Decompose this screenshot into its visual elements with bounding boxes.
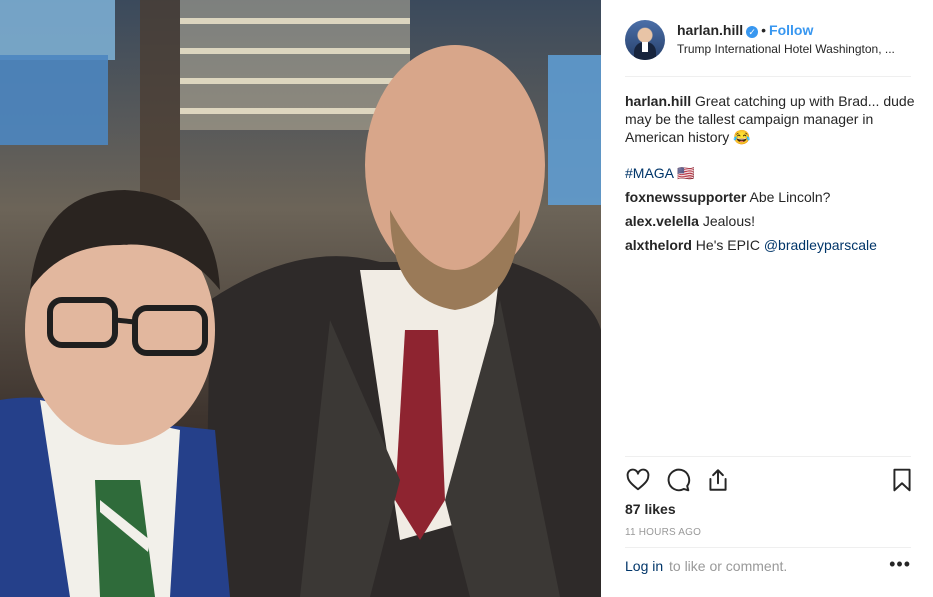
comment-username[interactable]: alxthelord [625, 237, 692, 253]
comment-text: Jealous! [702, 213, 755, 229]
verified-badge-icon: ✓ [746, 26, 759, 38]
header-user-line: harlan.hill ✓ • Follow [677, 22, 813, 38]
header-username[interactable]: harlan.hill [677, 22, 743, 38]
post-actions: 87 likes 11 HOURS AGO Log in to like or … [625, 456, 911, 577]
comment-text: Abe Lincoln? [749, 189, 831, 205]
heart-icon[interactable] [625, 467, 651, 493]
share-icon[interactable] [705, 467, 731, 493]
avatar-shirt [642, 42, 648, 52]
comment-username[interactable]: harlan.hill [625, 93, 691, 109]
bookmark-icon[interactable] [889, 467, 915, 493]
hashtag-link[interactable]: #MAGA 🇺🇸 [625, 165, 695, 181]
caption: harlan.hill Great catching up with Brad.… [625, 92, 915, 146]
photo-image [0, 0, 601, 597]
comment-username[interactable]: foxnewssupporter [625, 189, 746, 205]
hashtag-line: #MAGA 🇺🇸 [625, 164, 915, 182]
post-photo[interactable] [0, 0, 601, 597]
more-options-icon[interactable]: ••• [889, 554, 911, 575]
post-location[interactable]: Trump International Hotel Washington, ..… [677, 42, 895, 56]
login-prompt: Log in to like or comment. ••• [625, 547, 911, 578]
mention-link[interactable]: @bradleyparscale [764, 237, 877, 253]
login-link[interactable]: Log in [625, 558, 663, 574]
comment-icon[interactable] [665, 467, 691, 493]
comment-username[interactable]: alex.velella [625, 213, 699, 229]
login-prompt-text: to like or comment. [669, 558, 788, 574]
post-side-panel: harlan.hill ✓ • Follow Trump International … [601, 0, 933, 597]
follow-button[interactable]: Follow [769, 22, 813, 38]
post-header: harlan.hill ✓ • Follow Trump International … [625, 18, 911, 77]
likes-count[interactable]: 87 likes [625, 501, 676, 517]
comment-item: alxthelord He's EPIC @bradleyparscale [625, 236, 915, 254]
comment-item: alex.velella Jealous! [625, 212, 915, 230]
comments-list: harlan.hill Great catching up with Brad.… [625, 92, 915, 260]
avatar[interactable] [625, 20, 665, 60]
comment-item: foxnewssupporter Abe Lincoln? [625, 188, 915, 206]
post-timestamp: 11 HOURS AGO [625, 527, 702, 538]
header-separator: • [761, 22, 767, 38]
comment-text: He's EPIC [695, 237, 764, 253]
